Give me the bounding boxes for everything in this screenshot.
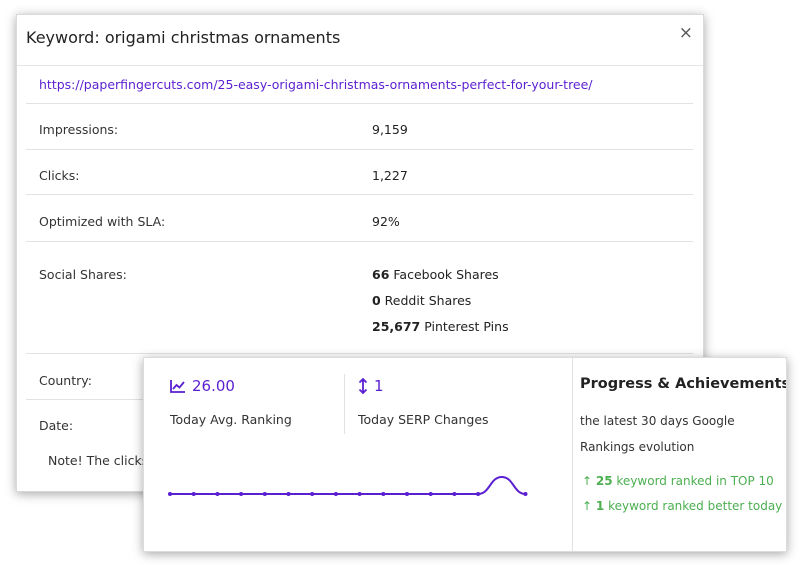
trend-point — [357, 492, 362, 496]
row-divider — [26, 103, 693, 104]
trend-point — [310, 492, 315, 496]
ranking-stats-card: 26.00 Today Avg. Ranking 1 Today SERP Ch… — [143, 357, 787, 552]
close-icon[interactable]: × — [679, 25, 693, 42]
trend-point — [239, 492, 244, 496]
stat-divider — [344, 374, 345, 434]
trend-point — [452, 492, 457, 496]
avg-ranking-number: 26.00 — [192, 377, 235, 395]
trend-point — [215, 492, 220, 496]
row-divider — [26, 194, 693, 195]
row-divider — [26, 241, 693, 242]
better-count: 1 — [595, 499, 605, 513]
serp-changes-label: Today SERP Changes — [358, 412, 489, 427]
top10-text: keyword ranked in TOP 10 — [612, 474, 774, 488]
trend-point — [168, 492, 172, 496]
up-down-arrow-icon — [358, 378, 368, 394]
clicks-label: Clicks: — [39, 168, 80, 183]
trend-point — [286, 492, 291, 496]
date-label: Date: — [39, 418, 74, 433]
trend-point — [405, 492, 409, 496]
trend-point — [262, 492, 267, 496]
row-divider — [26, 353, 693, 354]
arrow-up-icon: ↑ — [582, 474, 593, 488]
avg-ranking-value: 26.00 — [170, 377, 235, 395]
facebook-shares: 66 Facebook Shares — [372, 267, 499, 282]
reddit-shares: 0 Reddit Shares — [372, 293, 471, 308]
better-text: keyword ranked better today — [604, 499, 783, 513]
optimized-label: Optimized with SLA: — [39, 214, 166, 229]
trend-point — [333, 492, 338, 496]
trend-point — [476, 492, 481, 496]
ranking-trend-chart — [168, 475, 528, 496]
page-url-link[interactable]: https://paperfingercuts.com/25-easy-orig… — [39, 77, 593, 92]
impressions-label: Impressions: — [39, 122, 119, 137]
serp-changes-value: 1 — [358, 377, 384, 395]
title-divider — [17, 65, 703, 66]
arrow-up-icon: ↑ — [582, 499, 593, 513]
panel-divider — [572, 358, 573, 551]
progress-title: Progress & Achievements — [580, 376, 787, 392]
progress-description: the latest 30 days Google Rankings evolu… — [580, 414, 735, 454]
trend-point — [381, 492, 386, 496]
pinterest-label: Pinterest Pins — [420, 319, 509, 334]
optimized-value: 92% — [372, 214, 400, 229]
trend-point — [428, 492, 433, 496]
modal-title: Keyword: origami christmas ornaments — [26, 28, 341, 47]
row-divider — [26, 149, 693, 150]
facebook-label: Facebook Shares — [389, 267, 499, 282]
achievement-better: ↑ 1 keyword ranked better today — [582, 499, 782, 513]
trend-point — [523, 492, 528, 496]
avg-ranking-label: Today Avg. Ranking — [170, 412, 292, 427]
trend-line — [170, 475, 526, 495]
top10-count: 25 — [595, 474, 613, 488]
facebook-count: 66 — [372, 267, 390, 282]
reddit-count: 0 — [372, 293, 381, 308]
clicks-value: 1,227 — [372, 168, 408, 183]
impressions-value: 9,159 — [372, 122, 408, 137]
line-chart-icon — [170, 380, 185, 393]
social-shares-label: Social Shares: — [39, 267, 127, 282]
achievement-top10: ↑ 25 keyword ranked in TOP 10 — [582, 474, 774, 488]
serp-changes-number: 1 — [374, 377, 384, 395]
pinterest-shares: 25,677 Pinterest Pins — [372, 319, 509, 334]
trend-point — [191, 492, 196, 496]
pinterest-count: 25,677 — [372, 319, 421, 334]
country-label: Country: — [39, 373, 92, 388]
reddit-label: Reddit Shares — [380, 293, 472, 308]
